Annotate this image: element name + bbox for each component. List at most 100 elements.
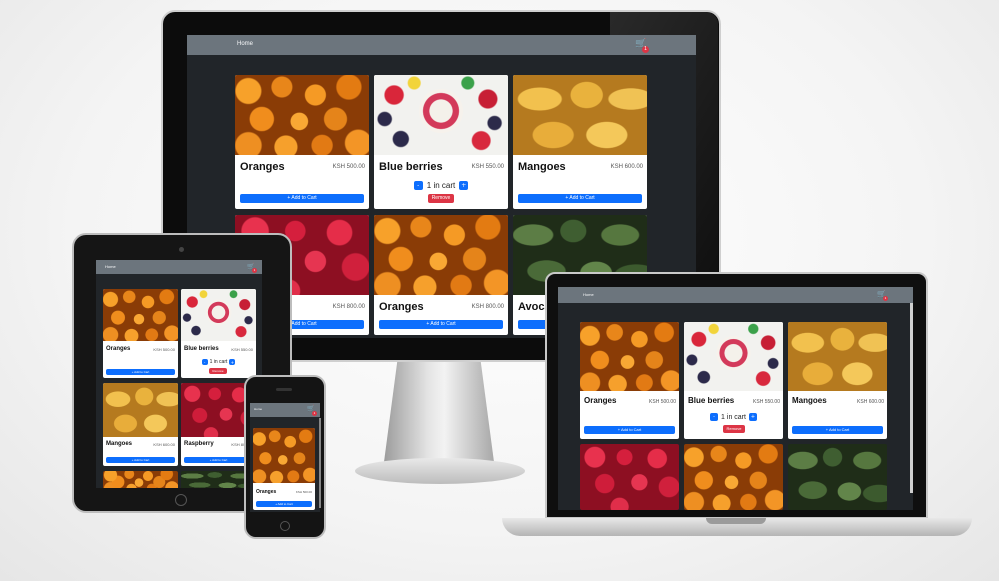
cart-count-badge: 1: [642, 46, 649, 53]
product-card-mangoes: Mangoes KSH 600.00 + Add to Cart: [788, 322, 887, 439]
product-image-oranges: [103, 471, 178, 488]
product-title: Oranges: [106, 346, 131, 352]
add-to-cart-button[interactable]: + Add to Cart: [792, 426, 883, 434]
quantity-controls: - 1 in cart +: [181, 359, 256, 365]
product-image-blue-berries: [684, 322, 783, 391]
product-card-raspberry: [580, 444, 679, 510]
phone-scrollbar[interactable]: [319, 418, 321, 508]
cart-count-badge: 1: [252, 268, 257, 273]
add-to-cart-button[interactable]: + Add to Cart: [106, 369, 175, 375]
in-cart-count: 1 in cart: [721, 413, 746, 421]
product-price: KSH 550.00: [753, 399, 780, 405]
quantity-controls: - 1 in cart +: [374, 181, 508, 190]
product-card-blue-berries: Blue berries KSH 550.00 - 1 in cart + Re…: [374, 75, 508, 209]
navbar: Home 🛒 1: [558, 287, 913, 303]
product-image-oranges: [253, 428, 315, 483]
remove-button[interactable]: Remove: [209, 368, 227, 374]
laptop-screen: Home 🛒 1 Oranges KSH 500.00 + Add to Car…: [558, 287, 913, 510]
add-to-cart-button[interactable]: + Add to Cart: [518, 194, 642, 203]
cart-count-badge: 1: [312, 411, 317, 416]
product-image-oranges: [374, 215, 508, 295]
in-cart-count: 1 in cart: [209, 359, 228, 365]
product-card-oranges: Oranges KSH 500.00 + Add to Cart: [103, 289, 178, 378]
product-card-oranges: Oranges KSH 500.00 + Add to Cart: [253, 428, 315, 510]
product-price: KSH 600.00: [153, 442, 175, 447]
product-image-mangoes: [513, 75, 647, 155]
product-price: KSH 550.00: [471, 164, 504, 170]
product-title: Blue berries: [184, 346, 219, 352]
product-card-avocado: [788, 444, 887, 510]
product-title: Mangoes: [792, 396, 827, 405]
product-price: KSH 800.00: [471, 304, 504, 310]
add-to-cart-button[interactable]: + Add to Cart: [379, 320, 503, 329]
increase-quantity-button[interactable]: +: [459, 181, 469, 190]
increase-quantity-button[interactable]: +: [748, 413, 757, 421]
product-image-raspberry: [580, 444, 679, 510]
product-title: Oranges: [379, 301, 424, 313]
monitor-stand-base: [355, 458, 525, 484]
add-to-cart-button[interactable]: + Add to Cart: [106, 457, 175, 463]
navbar: Home 🛒 1: [96, 260, 262, 274]
tablet-home-button: [175, 494, 187, 506]
navbar: Home 🛒 1: [250, 403, 320, 417]
product-image-oranges: [684, 444, 783, 510]
product-title: Oranges: [240, 161, 285, 173]
phone-speaker: [276, 388, 292, 391]
add-to-cart-button[interactable]: + Add to Cart: [256, 501, 312, 507]
product-title: Blue berries: [688, 396, 735, 405]
product-price: KSH 500.00: [332, 164, 365, 170]
product-price: KSH 500.00: [649, 399, 676, 405]
add-to-cart-button[interactable]: + Add to Cart: [584, 426, 675, 434]
product-price: KSH 500.00: [295, 490, 312, 494]
product-card-mangoes: Mangoes KSH 600.00 + Add to Cart: [513, 75, 647, 209]
product-image-blue-berries: [181, 289, 256, 341]
product-title: Raspberry: [184, 441, 214, 447]
add-to-cart-button[interactable]: + Add to Cart: [184, 457, 253, 463]
product-image-avocado: [788, 444, 887, 510]
product-image-blue-berries: [374, 75, 508, 155]
remove-button[interactable]: Remove: [723, 425, 745, 433]
nav-home-link[interactable]: Home: [583, 292, 594, 297]
product-title: Oranges: [584, 396, 617, 405]
decrease-quantity-button[interactable]: -: [413, 181, 423, 190]
cart-count-badge: 1: [883, 296, 888, 301]
scrollbar[interactable]: [910, 303, 913, 493]
product-price: KSH 600.00: [857, 399, 884, 405]
product-card-partial: [103, 471, 178, 488]
product-card-oranges-2: [684, 444, 783, 510]
product-price: KSH 600.00: [610, 164, 643, 170]
product-title: Blue berries: [379, 161, 443, 173]
product-card-blue-berries: Blue berries KSH 550.00 - 1 in cart + Re…: [181, 289, 256, 378]
laptop-notch: [706, 518, 766, 524]
product-card-oranges: Oranges KSH 500.00 + Add to Cart: [235, 75, 369, 209]
product-card-mangoes: Mangoes KSH 600.00 + Add to Cart: [103, 383, 178, 466]
product-image-mangoes: [788, 322, 887, 391]
product-price: KSH 550.00: [231, 347, 253, 352]
nav-home-link[interactable]: Home: [254, 407, 262, 411]
decrease-quantity-button[interactable]: -: [710, 413, 719, 421]
product-image-oranges: [103, 289, 178, 341]
quantity-controls: - 1 in cart +: [684, 413, 783, 421]
remove-button[interactable]: Remove: [428, 194, 454, 203]
product-title: Oranges: [256, 489, 277, 495]
product-price: KSH 500.00: [153, 347, 175, 352]
monitor-stand-neck: [384, 362, 494, 462]
nav-home-link[interactable]: Home: [237, 41, 253, 47]
phone-home-button: [280, 521, 290, 531]
tablet-screen: Home 🛒 1 Oranges KSH 500.00 + Add to Car…: [96, 260, 262, 488]
product-image-oranges: [580, 322, 679, 391]
in-cart-count: 1 in cart: [426, 181, 456, 190]
navbar: Home 🛒 1: [187, 35, 696, 55]
product-title: Mangoes: [106, 441, 133, 447]
nav-home-link[interactable]: Home: [105, 264, 116, 269]
tablet-camera: [179, 247, 184, 252]
decrease-quantity-button[interactable]: -: [201, 359, 208, 365]
product-image-oranges: [235, 75, 369, 155]
product-card-blue-berries: Blue berries KSH 550.00 - 1 in cart + Re…: [684, 322, 783, 439]
increase-quantity-button[interactable]: +: [229, 359, 236, 365]
phone-screen: Home 🛒 1 Oranges KSH 500.00 + Add to Car…: [250, 403, 320, 512]
product-image-mangoes: [103, 383, 178, 437]
product-card-oranges: Oranges KSH 500.00 + Add to Cart: [580, 322, 679, 439]
product-card-oranges-2: Oranges KSH 800.00 + Add to Cart: [374, 215, 508, 335]
add-to-cart-button[interactable]: + Add to Cart: [240, 194, 364, 203]
